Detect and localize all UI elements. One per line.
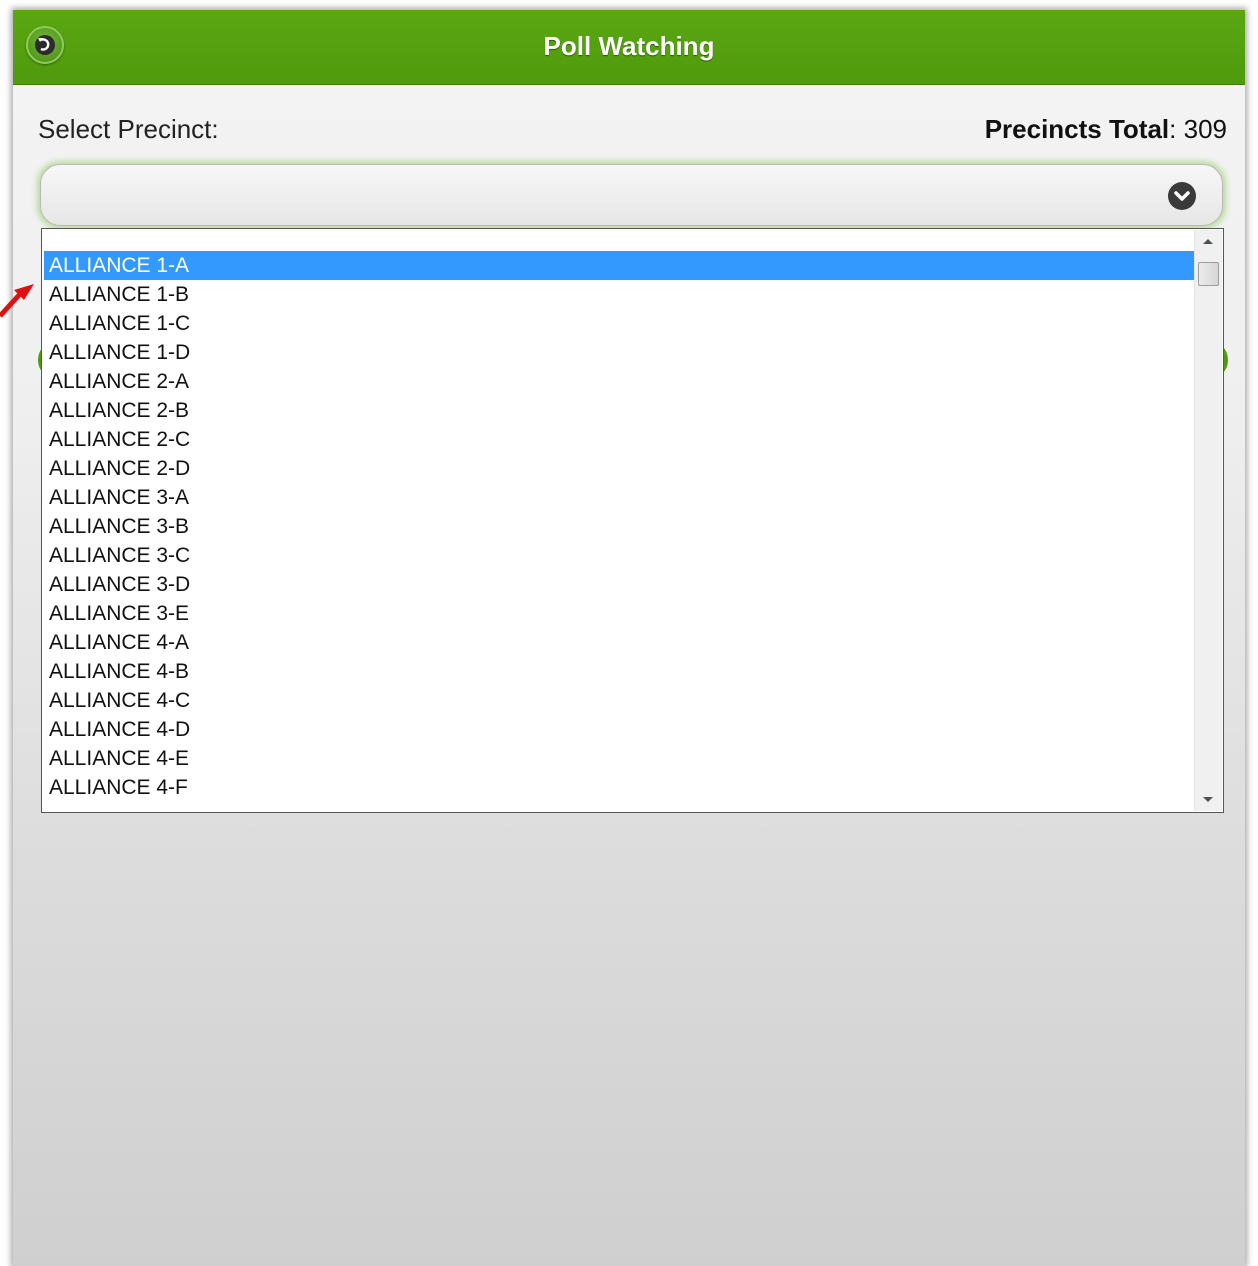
app-window: Poll Watching Select Precinct: Precincts… [13, 10, 1245, 1266]
dropdown-option[interactable]: ALLIANCE 1-B [44, 280, 1194, 309]
dropdown-options: ALLIANCE 1-A ALLIANCE 1-B ALLIANCE 1-C ALLI… [44, 231, 1194, 802]
select-precinct-label: Select Precinct: [38, 114, 219, 144]
precinct-select[interactable] [40, 164, 1223, 226]
dropdown-option[interactable]: ALLIANCE 3-B [44, 512, 1194, 541]
chevron-down-icon [1168, 182, 1196, 210]
dropdown-option[interactable]: ALLIANCE 4-F [44, 773, 1194, 802]
precincts-total-separator: : [1169, 114, 1184, 144]
precincts-total-value: 309 [1183, 114, 1227, 144]
precinct-dropdown-list[interactable]: ALLIANCE 1-A ALLIANCE 1-B ALLIANCE 1-C ALLI… [41, 228, 1224, 813]
dropdown-option[interactable]: ALLIANCE 2-A [44, 367, 1194, 396]
annotation-arrow-icon [0, 284, 34, 318]
dropdown-option[interactable]: ALLIANCE 2-B [44, 396, 1194, 425]
page-title: Poll Watching [543, 31, 715, 61]
dropdown-option[interactable]: ALLIANCE 1-A [44, 251, 1194, 280]
scrollbar-thumb[interactable] [1198, 262, 1219, 286]
dropdown-option[interactable]: ALLIANCE 1-C [44, 309, 1194, 338]
dropdown-option[interactable]: ALLIANCE 3-A [44, 483, 1194, 512]
dropdown-option[interactable]: ALLIANCE 3-E [44, 599, 1194, 628]
precincts-total: Precincts Total: 309 [985, 114, 1227, 145]
scroll-up-arrow-icon[interactable] [1203, 239, 1213, 244]
header-bar: Poll Watching [13, 10, 1245, 85]
dropdown-option[interactable] [44, 231, 1194, 251]
dropdown-option[interactable]: ALLIANCE 3-D [44, 570, 1194, 599]
dropdown-option[interactable]: ALLIANCE 4-B [44, 657, 1194, 686]
dropdown-option[interactable]: ALLIANCE 4-C [44, 686, 1194, 715]
dropdown-option[interactable]: ALLIANCE 3-C [44, 541, 1194, 570]
precincts-total-label: Precincts Total [984, 114, 1170, 144]
dropdown-option[interactable]: ALLIANCE 2-C [44, 425, 1194, 454]
dropdown-scrollbar[interactable] [1194, 230, 1222, 811]
dropdown-option[interactable]: ALLIANCE 4-D [44, 715, 1194, 744]
dropdown-option[interactable]: ALLIANCE 4-E [44, 744, 1194, 773]
scroll-down-arrow-icon[interactable] [1203, 797, 1213, 802]
dropdown-option[interactable]: ALLIANCE 4-A [44, 628, 1194, 657]
dropdown-option[interactable]: ALLIANCE 2-D [44, 454, 1194, 483]
dropdown-option[interactable]: ALLIANCE 1-D [44, 338, 1194, 367]
